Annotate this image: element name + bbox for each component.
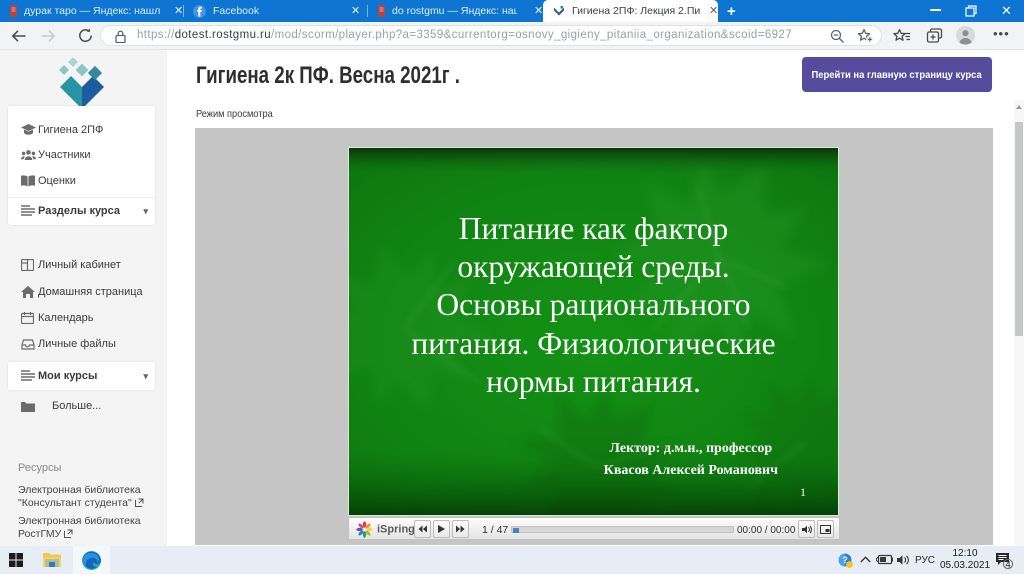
svg-text:4: 4	[1005, 559, 1010, 569]
